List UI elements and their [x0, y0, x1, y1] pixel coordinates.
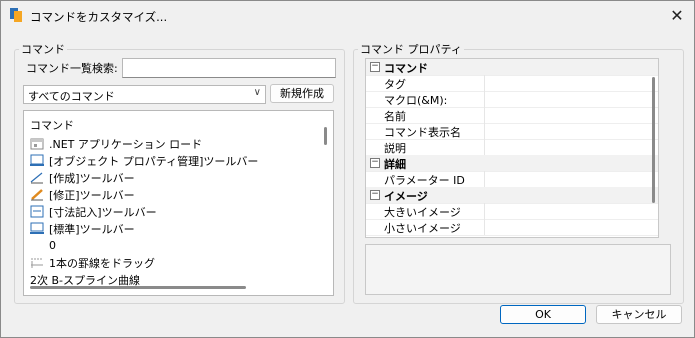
list-item-label: [修正]ツールバー: [49, 188, 135, 202]
close-icon[interactable]: ✕: [664, 4, 690, 28]
draw-line-icon: [30, 172, 43, 184]
property-name: 名前: [384, 110, 406, 123]
property-grid[interactable]: − コマンド タグ マクロ(&M): 名前 コマンド表示名 説明 − 詳細 パラ…: [365, 58, 659, 238]
collapse-icon[interactable]: −: [370, 62, 380, 72]
list-item-label: [作成]ツールバー: [49, 171, 135, 185]
property-row[interactable]: 説明: [366, 139, 658, 156]
customize-commands-dialog: コマンドをカスタマイズ... ✕ コマンド コマンド一覧検索: すべてのコマンド…: [0, 0, 695, 338]
commands-group-label: コマンド: [21, 43, 65, 56]
new-command-button[interactable]: 新規作成: [270, 84, 334, 103]
list-item-label: 0: [49, 239, 56, 252]
pencil-icon: [31, 189, 43, 201]
collapse-icon[interactable]: −: [370, 190, 380, 200]
description-panel: [365, 244, 671, 295]
search-input[interactable]: [122, 58, 336, 78]
dimension-icon: [30, 205, 44, 218]
category-name: イメージ: [384, 190, 428, 203]
list-horizontal-scrollbar[interactable]: [30, 286, 246, 289]
property-row[interactable]: 小さいイメージ: [366, 219, 658, 236]
list-item-label: [標準]ツールバー: [49, 222, 135, 236]
grid-vertical-scrollbar[interactable]: [652, 77, 655, 203]
chevron-down-icon: ∨: [253, 87, 261, 98]
app-window-icon: [30, 138, 44, 150]
window-title: コマンドをカスタマイズ...: [30, 10, 168, 24]
category-row-command[interactable]: − コマンド: [366, 59, 658, 76]
property-name: マクロ(&M):: [384, 94, 448, 107]
property-row[interactable]: 名前: [366, 107, 658, 124]
cancel-button[interactable]: キャンセル: [596, 305, 682, 324]
category-row-details[interactable]: − 詳細: [366, 155, 658, 172]
category-name: コマンド: [384, 62, 428, 75]
properties-group-label: コマンド プロパティ: [360, 43, 462, 56]
list-item[interactable]: [作成]ツールバー: [30, 169, 135, 186]
ok-button[interactable]: OK: [500, 305, 586, 324]
command-list[interactable]: コマンド .NET アプリケーション ロード [オブジェクト プロパティ管理]ツ…: [23, 110, 334, 296]
property-name: パラメーター ID: [384, 174, 465, 187]
list-vertical-scrollbar[interactable]: [324, 127, 327, 145]
list-item[interactable]: [標準]ツールバー: [30, 220, 135, 237]
property-name: 小さいイメージ: [384, 222, 461, 235]
list-item[interactable]: 1本の罫線をドラッグ: [30, 254, 155, 271]
list-item-label: .NET アプリケーション ロード: [49, 137, 203, 151]
app-icon: [10, 8, 22, 22]
list-item[interactable]: 0: [30, 237, 56, 254]
collapse-icon[interactable]: −: [370, 158, 380, 168]
property-row[interactable]: コマンド表示名: [366, 123, 658, 140]
filter-value: すべてのコマンド: [28, 90, 115, 103]
category-name: 詳細: [384, 158, 406, 171]
monitor-icon: [30, 222, 44, 234]
title-bar: コマンドをカスタマイズ... ✕: [1, 1, 694, 31]
search-label: コマンド一覧検索:: [26, 62, 118, 75]
toolbar-icon: [30, 154, 44, 166]
list-item[interactable]: [寸法記入]ツールバー: [30, 203, 157, 220]
ruler-drag-icon: [31, 258, 43, 268]
list-item-label: 1本の罫線をドラッグ: [49, 256, 155, 270]
list-item[interactable]: [修正]ツールバー: [30, 186, 135, 203]
property-row[interactable]: マクロ(&M):: [366, 91, 658, 108]
command-filter-dropdown[interactable]: すべてのコマンド ∨: [23, 85, 266, 104]
list-item-label: [オブジェクト プロパティ管理]ツールバー: [49, 154, 259, 168]
property-row[interactable]: タグ: [366, 75, 658, 92]
property-row[interactable]: 大きいイメージ: [366, 203, 658, 220]
list-item[interactable]: [オブジェクト プロパティ管理]ツールバー: [30, 152, 258, 169]
property-row[interactable]: パラメーター ID: [366, 171, 658, 188]
property-name: コマンド表示名: [384, 126, 461, 139]
property-name: タグ: [384, 78, 406, 91]
property-name: 大きいイメージ: [384, 206, 461, 219]
list-item[interactable]: .NET アプリケーション ロード: [30, 135, 202, 152]
list-item-label: [寸法記入]ツールバー: [49, 205, 157, 219]
category-row-image[interactable]: − イメージ: [366, 187, 658, 204]
property-name: 説明: [384, 142, 406, 155]
list-header: コマンド: [30, 119, 74, 132]
